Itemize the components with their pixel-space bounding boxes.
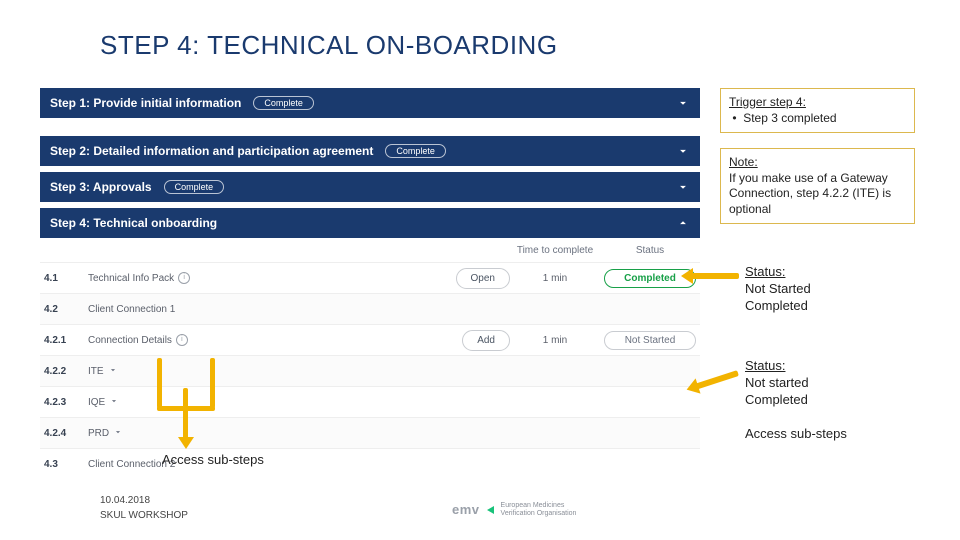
- arrow-down-icon: [183, 406, 188, 441]
- trigger-box: Trigger step 4: • Step 3 completed: [720, 88, 915, 133]
- open-button[interactable]: Open: [456, 268, 510, 289]
- bracket-line: [157, 358, 162, 408]
- row-name: IQE: [88, 397, 105, 408]
- step2-badge: Complete: [385, 144, 446, 158]
- chevron-down-icon: [676, 144, 690, 161]
- accordion-step-1[interactable]: Step 1: Provide initial information Comp…: [40, 88, 700, 118]
- row-number: 4.2: [40, 304, 88, 315]
- table-row[interactable]: 4.2.2 ITE: [40, 355, 700, 386]
- step3-badge: Complete: [164, 180, 225, 194]
- table-row: 4.2.1 Connection Details i Add 1 min Not…: [40, 324, 700, 355]
- table-row: 4.3 Client Connection 2: [40, 448, 700, 479]
- bracket-line: [210, 358, 215, 408]
- row-time: 1 min: [510, 335, 600, 346]
- col-time: Time to complete: [510, 245, 600, 256]
- note-box: Note: If you make use of a Gateway Conne…: [720, 148, 915, 224]
- chevron-up-icon: [676, 216, 690, 233]
- table-row[interactable]: 4.2.4 PRD: [40, 417, 700, 448]
- row-number: 4.2.1: [40, 335, 88, 346]
- info-icon[interactable]: i: [178, 272, 190, 284]
- chevron-down-icon: [676, 96, 690, 113]
- note-heading: Note:: [729, 155, 758, 169]
- info-icon[interactable]: i: [176, 334, 188, 346]
- emvo-logo: emv European MedicinesVerification Organ…: [452, 502, 576, 517]
- accordion-step-2[interactable]: Step 2: Detailed information and partici…: [40, 136, 700, 166]
- chevron-down-icon: [113, 427, 123, 440]
- chevron-down-icon: [108, 365, 118, 378]
- row-name: Client Connection 1: [88, 304, 700, 315]
- page-title: STEP 4: TECHNICAL ON-BOARDING: [100, 30, 558, 61]
- row-name: PRD: [88, 428, 109, 439]
- row-time: 1 min: [510, 273, 600, 284]
- footer-date: 10.04.2018: [100, 495, 150, 506]
- table-row: 4.1 Technical Info Pack i Open 1 min Com…: [40, 262, 700, 293]
- chevron-down-icon: [109, 396, 119, 409]
- step1-label: Step 1: Provide initial information: [50, 96, 241, 110]
- row-number: 4.1: [40, 273, 88, 284]
- step3-label: Step 3: Approvals: [50, 180, 152, 194]
- table-row: 4.2 Client Connection 1: [40, 293, 700, 324]
- arrow-icon: [689, 273, 739, 279]
- table-row[interactable]: 4.2.3 IQE: [40, 386, 700, 417]
- accordion-step-3[interactable]: Step 3: Approvals Complete: [40, 172, 700, 202]
- trigger-heading: Trigger step 4:: [729, 95, 806, 109]
- step2-label: Step 2: Detailed information and partici…: [50, 144, 373, 158]
- add-button[interactable]: Add: [462, 330, 510, 351]
- status-legend-2: Status: Not started Completed: [745, 358, 930, 409]
- column-headers: Time to complete Status: [40, 238, 700, 262]
- footer-workshop: SKUL WORKSHOP: [100, 510, 188, 521]
- row-number: 4.2.2: [40, 366, 88, 377]
- row-name: Technical Info Pack: [88, 273, 174, 284]
- step4-label: Step 4: Technical onboarding: [50, 216, 217, 230]
- trigger-body: Step 3 completed: [743, 111, 836, 125]
- bracket-line: [183, 388, 188, 408]
- row-number: 4.2.4: [40, 428, 88, 439]
- row-name: ITE: [88, 366, 104, 377]
- step1-badge: Complete: [253, 96, 314, 110]
- accordion-step-4[interactable]: Step 4: Technical onboarding: [40, 208, 700, 238]
- status-legend-1: Status: Not Started Completed: [745, 264, 930, 315]
- arrow-icon: [693, 370, 739, 390]
- row-name: Connection Details: [88, 335, 172, 346]
- chevron-down-icon: [676, 180, 690, 197]
- col-status: Status: [600, 245, 700, 256]
- row-number: 4.3: [40, 459, 88, 470]
- note-body: If you make use of a Gateway Connection,…: [729, 171, 891, 216]
- status-badge: Not Started: [604, 331, 696, 350]
- row-number: 4.2.3: [40, 397, 88, 408]
- access-substeps-label: Access sub-steps: [162, 452, 264, 467]
- access-substeps-side: Access sub-steps: [745, 426, 930, 443]
